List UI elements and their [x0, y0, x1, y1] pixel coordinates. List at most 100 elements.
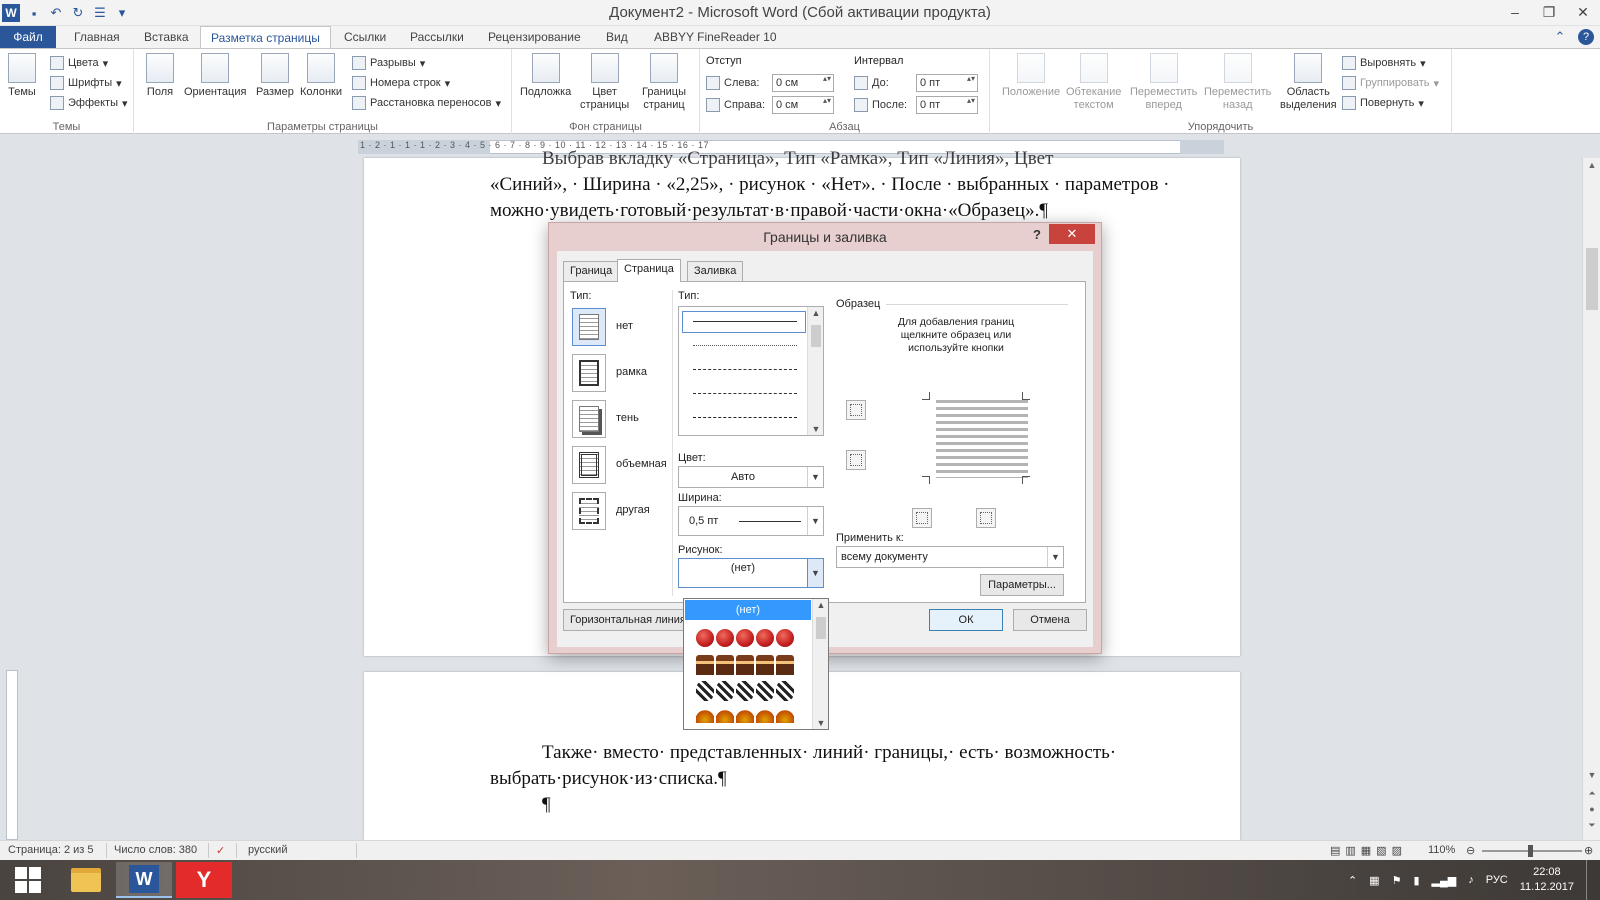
tab-home[interactable]: Главная	[64, 26, 130, 48]
spacing-before-input[interactable]: 0 пт	[916, 74, 978, 92]
art-option-leaves[interactable]	[696, 707, 794, 729]
tab-references[interactable]: Ссылки	[334, 26, 396, 48]
start-button[interactable]	[0, 862, 56, 898]
scroll-up-icon[interactable]: ▲	[808, 308, 824, 318]
line-style-long-dash[interactable]	[693, 393, 797, 394]
cancel-button[interactable]: Отмена	[1013, 609, 1087, 631]
width-select[interactable]: 0,5 пт ▼	[678, 506, 824, 536]
fonts-button[interactable]: Шрифты ▾	[50, 73, 122, 93]
line-style-solid[interactable]	[693, 321, 797, 322]
wrap-text-button[interactable]: Обтекание текстом	[1066, 53, 1121, 112]
art-option-apples[interactable]	[696, 629, 794, 651]
orientation-button[interactable]: Ориентация	[184, 53, 246, 99]
restore-button[interactable]: ❐	[1532, 0, 1566, 24]
color-select[interactable]: Авто ▼	[678, 466, 824, 488]
art-list-scrollbar[interactable]: ▲ ▼	[812, 599, 828, 729]
page-color-button[interactable]: Цвет страницы	[580, 53, 629, 112]
dialog-help-icon[interactable]: ?	[1033, 227, 1041, 242]
top-border-button[interactable]	[846, 400, 866, 420]
effects-button[interactable]: Эффекты ▾	[50, 93, 128, 113]
tray-expand-icon[interactable]: ⌃	[1348, 874, 1357, 887]
zoom-slider-handle[interactable]	[1528, 845, 1533, 857]
bottom-border-button[interactable]	[846, 450, 866, 470]
zoom-in-icon[interactable]: ⊕	[1584, 844, 1593, 857]
status-zoom[interactable]: 110%	[1428, 844, 1455, 856]
setting-custom-label[interactable]: другая	[616, 504, 650, 516]
chevron-down-icon[interactable]: ▼	[807, 467, 823, 487]
tab-page-border[interactable]: Страница	[617, 259, 681, 282]
minimize-button[interactable]: –	[1498, 0, 1532, 24]
setting-shadow-label[interactable]: тень	[616, 412, 639, 424]
scroll-down-icon[interactable]: ▼	[813, 718, 828, 728]
art-dropdown-list[interactable]: (нет) ▲ ▼	[683, 598, 829, 730]
columns-button[interactable]: Колонки	[300, 53, 342, 99]
setting-none-icon[interactable]	[572, 308, 606, 346]
colors-button[interactable]: Цвета ▾	[50, 53, 108, 73]
setting-box-icon[interactable]	[572, 354, 606, 392]
tab-review[interactable]: Рецензирование	[478, 26, 591, 48]
line-style-dashed[interactable]	[693, 369, 797, 370]
tab-abbyy[interactable]: ABBYY FineReader 10	[644, 26, 787, 48]
hyphenation-button[interactable]: Расстановка переносов ▾	[352, 93, 501, 113]
tab-borders[interactable]: Граница	[563, 261, 620, 281]
scroll-up-icon[interactable]: ▲	[813, 600, 828, 610]
help-icon[interactable]: ?	[1578, 29, 1594, 45]
position-button[interactable]: Положение	[1002, 53, 1060, 99]
tab-view[interactable]: Вид	[596, 26, 638, 48]
margins-button[interactable]: Поля	[146, 53, 174, 99]
breaks-button[interactable]: Разрывы ▾	[352, 53, 425, 73]
indent-right-input[interactable]: 0 см	[772, 96, 834, 114]
browse-object-icon[interactable]: ●	[1583, 804, 1600, 814]
view-buttons[interactable]: ▤▥▦▧▨	[1330, 844, 1407, 857]
setting-box-label[interactable]: рамка	[616, 366, 647, 378]
volume-icon[interactable]: ♪	[1468, 874, 1474, 886]
tab-file[interactable]: Файл	[0, 26, 56, 48]
chevron-down-icon[interactable]: ▼	[807, 507, 823, 535]
tab-shading[interactable]: Заливка	[687, 261, 744, 281]
selection-pane-button[interactable]: Область выделения	[1280, 53, 1337, 112]
explorer-taskbar-button[interactable]	[58, 862, 114, 898]
art-option-candies[interactable]	[696, 681, 794, 703]
art-select[interactable]: (нет) ▼	[678, 558, 824, 588]
scroll-thumb[interactable]	[816, 617, 826, 639]
line-style-dotted[interactable]	[693, 345, 797, 346]
yandex-taskbar-button[interactable]: Y	[176, 862, 232, 898]
send-backward-button[interactable]: Переместить назад	[1204, 53, 1271, 112]
status-word-count[interactable]: Число слов: 380	[114, 844, 197, 856]
scroll-up-icon[interactable]: ▲	[1583, 160, 1600, 170]
close-window-button[interactable]: ✕	[1566, 0, 1600, 24]
right-border-button[interactable]	[976, 508, 996, 528]
tab-insert[interactable]: Вставка	[134, 26, 199, 48]
bring-forward-button[interactable]: Переместить вперед	[1130, 53, 1197, 112]
scroll-down-icon[interactable]: ▼	[808, 424, 824, 434]
chevron-down-icon[interactable]: ▼	[807, 559, 823, 587]
flag-icon[interactable]: ⚑	[1392, 874, 1402, 887]
scroll-thumb[interactable]	[811, 325, 821, 347]
apply-to-select[interactable]: всему документу ▼	[836, 546, 1064, 568]
style-list-scrollbar[interactable]: ▲ ▼	[807, 307, 823, 435]
line-numbers-button[interactable]: Номера строк ▾	[352, 73, 450, 93]
input-language[interactable]: РУС	[1486, 874, 1508, 886]
status-language[interactable]: русский	[248, 844, 287, 856]
setting-none-label[interactable]: нет	[616, 320, 633, 332]
next-page-icon[interactable]: ⏷	[1583, 820, 1600, 831]
vertical-scrollbar[interactable]: ▲ ▼ ⏶ ● ⏷	[1582, 158, 1600, 840]
tab-mailings[interactable]: Рассылки	[400, 26, 474, 48]
scroll-down-icon[interactable]: ▼	[1583, 770, 1600, 780]
art-option-none[interactable]: (нет)	[685, 600, 811, 620]
size-button[interactable]: Размер	[256, 53, 294, 99]
clock[interactable]: 22:08 11.12.2017	[1520, 865, 1574, 895]
tab-page-layout[interactable]: Разметка страницы	[200, 26, 331, 48]
prev-page-icon[interactable]: ⏶	[1583, 788, 1600, 799]
zoom-out-icon[interactable]: ⊖	[1466, 844, 1475, 857]
indent-left-input[interactable]: 0 см	[772, 74, 834, 92]
ok-button[interactable]: ОК	[929, 609, 1003, 631]
minimize-ribbon-icon[interactable]: ⌃	[1552, 29, 1568, 45]
proofing-icon[interactable]: ✓	[216, 844, 225, 857]
battery-icon[interactable]: ▮	[1413, 874, 1419, 887]
preview-sample-page[interactable]	[922, 392, 1030, 484]
setting-3d-icon[interactable]	[572, 446, 606, 484]
setting-3d-label[interactable]: объемная	[616, 458, 667, 470]
signal-icon[interactable]: ▂▄▆	[1432, 874, 1457, 887]
show-desktop-button[interactable]	[1586, 860, 1592, 900]
